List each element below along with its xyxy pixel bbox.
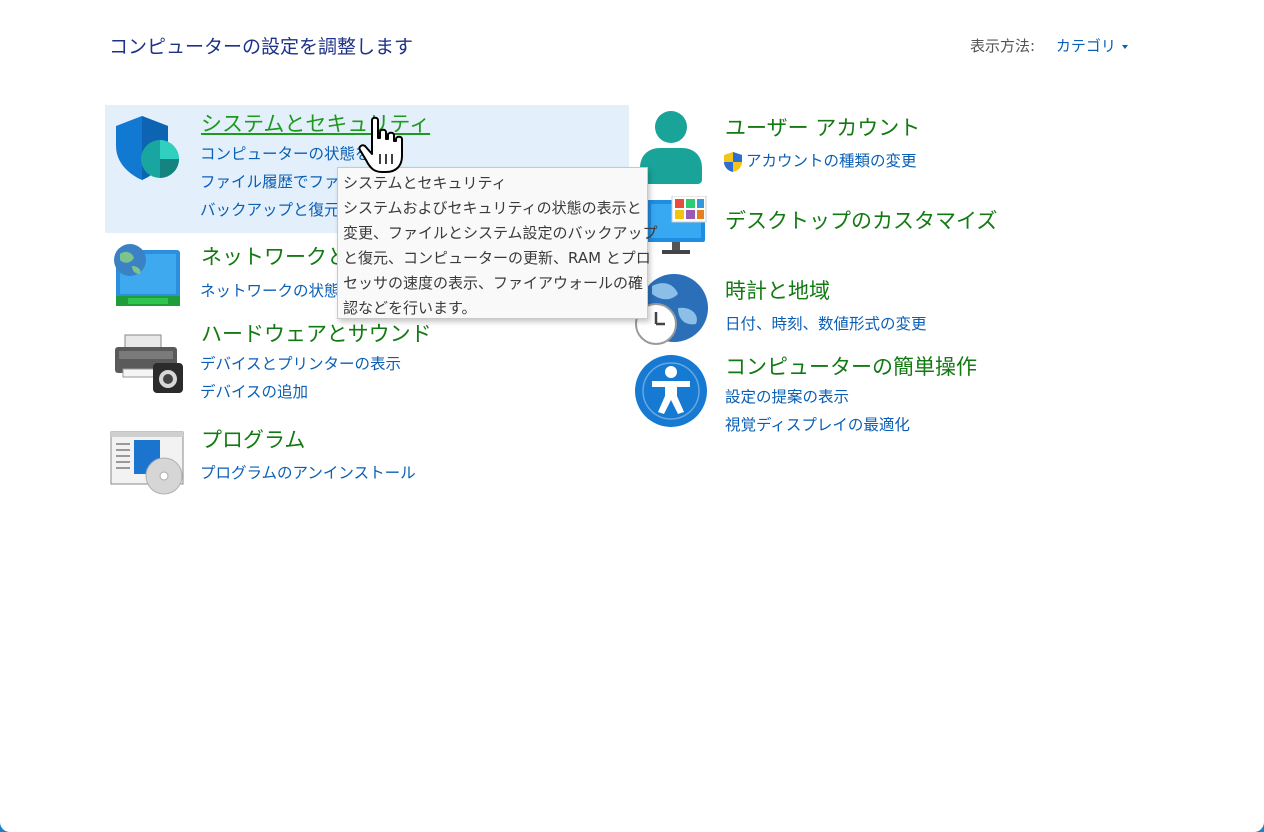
programs-disc-icon[interactable] (110, 430, 186, 496)
view-by: 表示方法: カテゴリ (970, 35, 1128, 56)
link-file-history[interactable]: ファイル履歴でファイ (200, 170, 355, 192)
link-recommended-settings[interactable]: 設定の提案の表示 (725, 385, 849, 407)
view-by-dropdown[interactable]: カテゴリ (1056, 37, 1128, 55)
category-hardware-sound[interactable]: ハードウェアとサウンド (201, 318, 432, 348)
page-title: コンピューターの設定を調整します (109, 36, 414, 58)
category-appearance[interactable]: デスクトップのカスタマイズ (725, 205, 997, 235)
link-add-device[interactable]: デバイスの追加 (200, 380, 308, 402)
printer-camera-icon[interactable] (113, 333, 185, 395)
security-shield-icon[interactable] (112, 114, 180, 182)
chevron-down-icon[interactable] (1121, 44, 1128, 49)
link-backup-restore[interactable]: バックアップと復元 (200, 198, 340, 220)
tooltip-line: 変更、ファイルとシステム設定のバックアップ (343, 224, 658, 242)
tooltip-line: 認などを行います。 (343, 299, 477, 317)
category-clock-region[interactable]: 時計と地域 (725, 275, 830, 305)
link-change-date-time-format[interactable]: 日付、時刻、数値形式の変更 (725, 312, 927, 334)
uac-shield-icon (724, 151, 742, 172)
view-by-label: 表示方法: (970, 37, 1036, 55)
link-network-status[interactable]: ネットワークの状態と (200, 279, 355, 301)
network-globe-icon[interactable] (112, 242, 182, 308)
link-uninstall-program[interactable]: プログラムのアンインストール (200, 461, 416, 483)
link-change-account-type[interactable]: アカウントの種類の変更 (722, 149, 917, 173)
category-programs[interactable]: プログラム (201, 424, 305, 454)
link-devices-printers[interactable]: デバイスとプリンターの表示 (200, 352, 401, 374)
view-by-value[interactable]: カテゴリ (1056, 37, 1116, 55)
link-optimize-visual-display[interactable]: 視覚ディスプレイの最適化 (725, 413, 910, 435)
accessibility-icon[interactable] (634, 354, 708, 428)
category-ease-of-access[interactable]: コンピューターの簡単操作 (725, 351, 977, 381)
tooltip-line: システムおよびセキュリティの状態の表示と (343, 199, 642, 217)
control-panel-window: コンピューターの設定を調整します 表示方法: カテゴリ システムとセキュリティ … (0, 0, 1264, 832)
tooltip-line: セッサの速度の表示、ファイアウォールの確 (343, 274, 644, 292)
tooltip: システムとセキュリティ システムおよびセキュリティの状態の表示と 変更、ファイル… (337, 167, 658, 319)
category-user-accounts[interactable]: ユーザー アカウント (725, 112, 920, 142)
tooltip-line: と復元、コンピューターの更新、RAM とプロ (343, 249, 651, 267)
hand-cursor-icon (358, 116, 403, 173)
link-change-account-type-label[interactable]: アカウントの種類の変更 (746, 152, 917, 170)
